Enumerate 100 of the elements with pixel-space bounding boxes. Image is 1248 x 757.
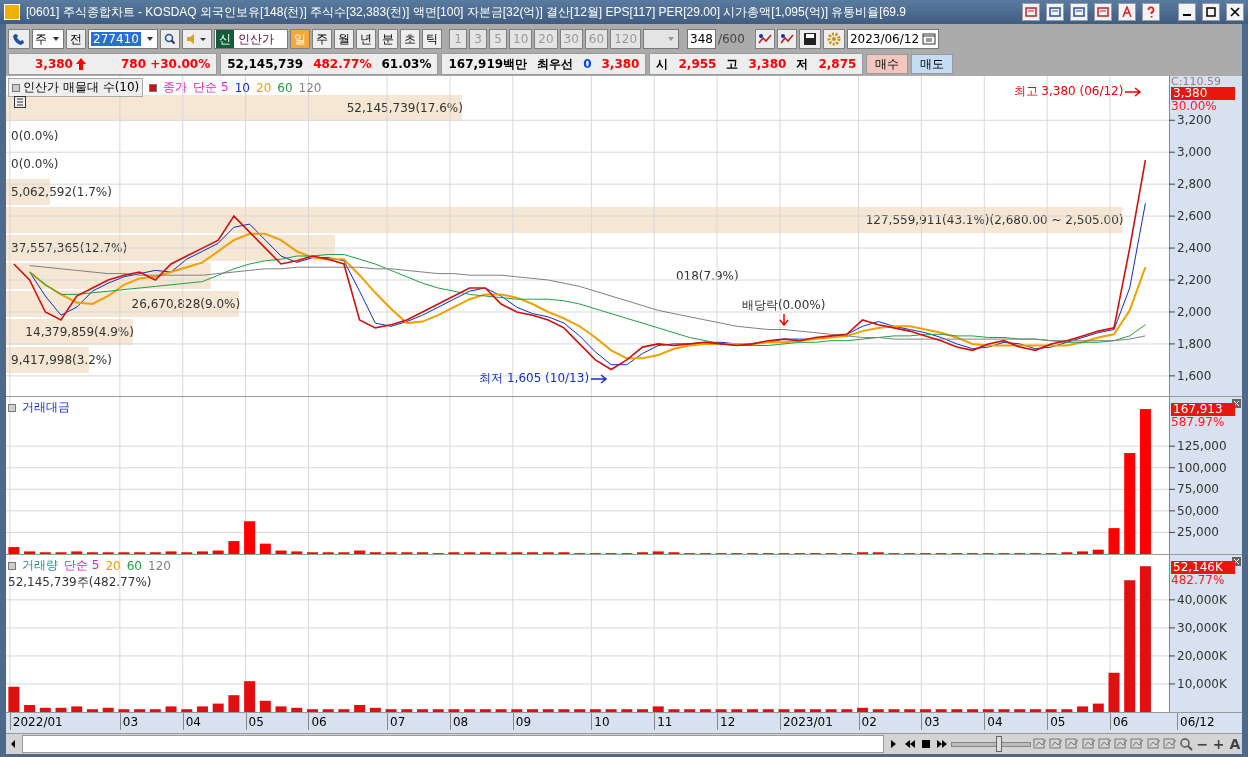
- y-tick-label: 75,000: [1177, 482, 1219, 497]
- dividend-annotation: 배당락(0.00%): [741, 297, 826, 315]
- window-icon[interactable]: [1022, 3, 1040, 21]
- bar: [857, 707, 869, 712]
- stock-code-field[interactable]: 277410: [91, 32, 141, 46]
- quote-value: 52,145,739: [227, 57, 304, 71]
- bar: [1061, 709, 1073, 712]
- axis-tick-label: 1,800: [1168, 336, 1212, 351]
- volume-profile-button[interactable]: 인산가 매물대 수(10): [8, 78, 144, 97]
- bar: [479, 709, 491, 712]
- x-axis-label: 08: [449, 713, 469, 730]
- period-tab[interactable]: 년: [356, 29, 376, 49]
- bar: [118, 709, 130, 712]
- bar: [762, 709, 774, 712]
- axis-tick-label: 25,000: [1168, 525, 1219, 540]
- speaker-icon[interactable]: [182, 29, 212, 49]
- legend-item: 단순 5: [193, 79, 229, 96]
- y-tick-label: 3,200: [1177, 113, 1212, 128]
- bar: [354, 550, 366, 554]
- axis-tick-label: 30,000K: [1168, 620, 1227, 635]
- period-tab[interactable]: 주: [312, 29, 332, 49]
- bar: [196, 551, 208, 554]
- line-chart-icon[interactable]: [776, 29, 797, 49]
- bar: [699, 709, 711, 712]
- minimize-icon[interactable]: [1178, 3, 1196, 21]
- bar: [24, 551, 36, 554]
- bar: [1108, 528, 1120, 554]
- prev-button[interactable]: 전: [66, 29, 86, 49]
- panel-title: 거래량: [22, 557, 58, 574]
- maximize-icon[interactable]: [1202, 3, 1220, 21]
- quote-value: 최우선: [537, 55, 574, 73]
- period-tab[interactable]: 초: [400, 29, 420, 49]
- period-tab[interactable]: 월: [334, 29, 354, 49]
- volume-profile-label: 5,062,592(1.7%): [10, 185, 113, 199]
- bar: [55, 707, 67, 712]
- panel-title: 거래대금: [22, 399, 70, 416]
- bar: [291, 551, 303, 554]
- bar: [778, 709, 790, 712]
- bar: [919, 709, 931, 712]
- bar: [8, 547, 20, 554]
- help-icon[interactable]: [1142, 3, 1160, 21]
- period-tab[interactable]: 분: [378, 29, 398, 49]
- phone-icon[interactable]: [8, 29, 30, 49]
- zoom-slider[interactable]: [951, 736, 1031, 752]
- arrow-icon: [591, 373, 610, 384]
- bar: [1029, 709, 1041, 712]
- bar: [935, 709, 947, 712]
- quote-value: 시: [656, 55, 669, 73]
- calendar-icon[interactable]: [922, 33, 937, 45]
- high-price-annotation: 최고 3,380 (06/12): [1013, 83, 1124, 100]
- volume-profile-label: 9,417,998(3.2%): [10, 353, 113, 367]
- y-tick-label: 1,600: [1177, 368, 1212, 383]
- bar: [967, 709, 979, 712]
- bar: [1014, 709, 1026, 712]
- save-icon[interactable]: [798, 29, 821, 49]
- app-icon: [4, 4, 20, 20]
- arrow-icon: [778, 314, 789, 327]
- legend-item: 120: [148, 558, 171, 573]
- bar: [684, 709, 696, 712]
- search-icon[interactable]: [1178, 735, 1194, 753]
- x-axis-label: 09: [512, 713, 532, 730]
- grid-icon[interactable]: [14, 96, 26, 108]
- sell-button[interactable]: 매도: [911, 54, 954, 74]
- quote-value: 482.77%: [313, 57, 372, 71]
- y-tick-label: 25,000: [1177, 525, 1219, 540]
- current-value-label: 52,146K: [1171, 561, 1235, 574]
- bar: [165, 706, 177, 712]
- axis-tick-label: 50,000: [1168, 503, 1219, 518]
- y-tick-label: 100,000: [1177, 460, 1227, 475]
- zoom-in-button[interactable]: +: [1211, 735, 1226, 753]
- bar: [244, 521, 256, 554]
- close-icon[interactable]: [1226, 3, 1244, 21]
- font-size-button[interactable]: A: [1227, 735, 1243, 753]
- up-arrow-icon: [74, 58, 87, 70]
- x-axis-label: 11: [654, 713, 673, 730]
- y-tick-label: 125,000: [1177, 439, 1227, 454]
- bar: [982, 709, 994, 712]
- interval-dropdown[interactable]: [643, 29, 680, 49]
- buy-button[interactable]: 매수: [866, 54, 909, 74]
- axis-tick-label: 75,000: [1168, 482, 1219, 497]
- period-tab[interactable]: 틱: [422, 29, 442, 49]
- zoom-out-button[interactable]: −: [1195, 735, 1210, 753]
- search-icon[interactable]: [160, 29, 180, 49]
- current-value-label: 167,913: [1171, 403, 1235, 416]
- chart-tool-icon[interactable]: [754, 29, 775, 49]
- x-axis-label: 04: [182, 713, 201, 730]
- axis-tick-label: 2,600: [1168, 209, 1212, 224]
- bar: [212, 550, 224, 554]
- scrollbar[interactable]: [22, 735, 885, 753]
- axis-tick-label: 3,200: [1168, 113, 1212, 128]
- bar: [495, 709, 507, 712]
- bar: [259, 700, 271, 712]
- bar: [401, 709, 413, 712]
- change-label: 482.77%: [1171, 574, 1225, 586]
- bar: [165, 551, 177, 554]
- count-field[interactable]: 348: [687, 29, 716, 49]
- bar: [71, 706, 83, 712]
- axis-tick-label: 1,600: [1168, 368, 1212, 383]
- low-price-annotation: 최저 1,605 (10/13): [479, 370, 590, 388]
- font-icon[interactable]: [1118, 3, 1136, 21]
